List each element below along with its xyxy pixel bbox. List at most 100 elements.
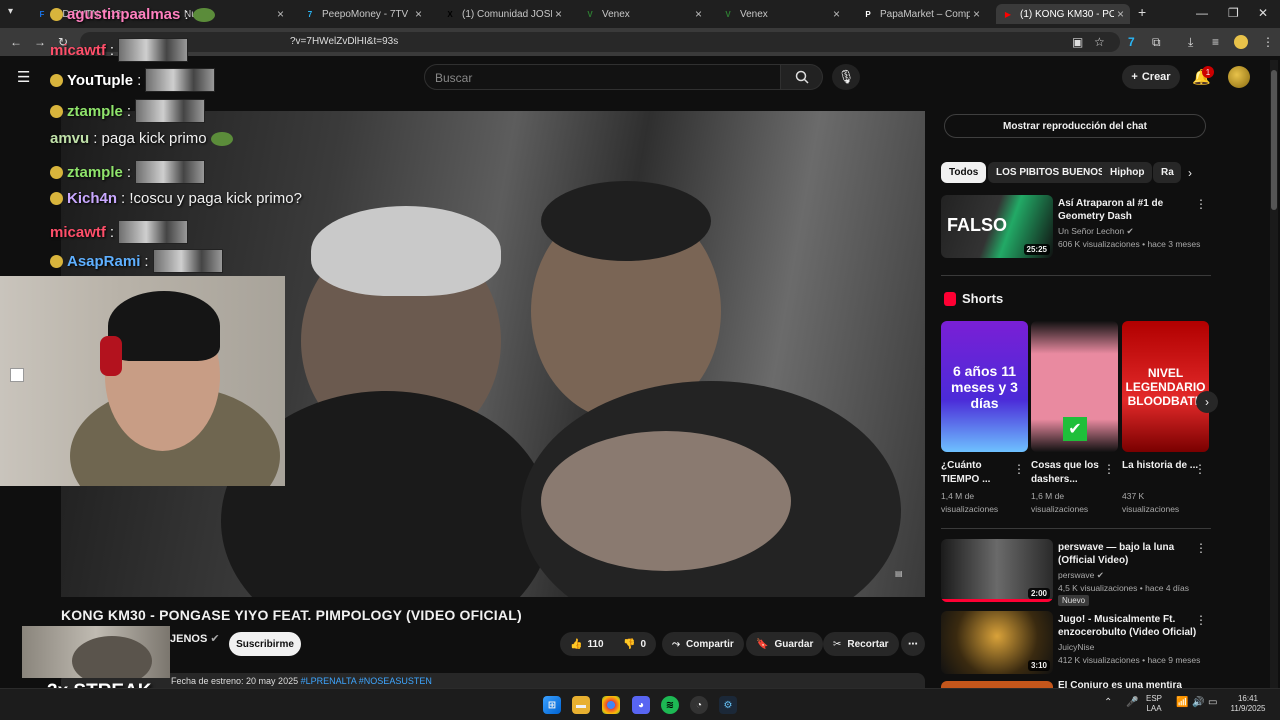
dislike-button[interactable]: 👎 0 [623, 639, 646, 650]
shorts-next-icon[interactable]: › [1196, 391, 1218, 413]
minimize-icon[interactable]: — [1196, 6, 1208, 20]
chrome-icon[interactable] [602, 696, 620, 714]
browser-tab[interactable]: 7 PeepoMoney - 7TV × [298, 4, 428, 24]
short-title[interactable]: Cosas que los dashers... [1031, 459, 1111, 487]
tab-close-icon[interactable]: × [973, 7, 980, 21]
forward-icon[interactable]: → [34, 35, 46, 49]
create-button[interactable]: + Crear [1122, 65, 1180, 89]
short-menu-icon[interactable]: ⋮ [1103, 462, 1115, 476]
tab-close-icon[interactable]: × [415, 7, 422, 21]
page-scrollbar-thumb[interactable] [1271, 70, 1277, 210]
filter-chip[interactable]: Ra [1153, 162, 1181, 183]
profile-avatar[interactable] [1234, 35, 1248, 49]
chat-text: : [144, 252, 149, 270]
wifi-icon[interactable]: 📶 [1176, 698, 1188, 708]
close-window-icon[interactable]: ✕ [1258, 6, 1268, 20]
related-video[interactable]: 3:10 Jugo! - Musicalmente Ft. enzocerobu… [941, 611, 1211, 675]
search-button[interactable] [781, 64, 823, 90]
video-channel[interactable]: Un Señor Lechon ✔ [1058, 226, 1134, 237]
short-thumbnail[interactable]: ✔ [1031, 321, 1118, 452]
browser-tab[interactable]: X (1) Comunidad JOSEO EX× [438, 4, 568, 24]
video-thumbnail[interactable]: 2:00 [941, 539, 1053, 602]
tab-close-icon[interactable]: × [555, 7, 562, 21]
related-video[interactable]: FALSO 25:25 Así Atraparon al #1 de Geome… [941, 195, 1211, 259]
video-menu-icon[interactable]: ⋮ [1195, 613, 1207, 627]
short-thumbnail[interactable]: 6 años 11 meses y 3 días [941, 321, 1028, 452]
spotify-icon[interactable]: ≋ [661, 696, 679, 714]
short-menu-icon[interactable]: ⋮ [1013, 462, 1025, 476]
video-menu-icon[interactable]: ⋮ [1195, 541, 1207, 555]
save-button[interactable]: 🔖 Guardar [746, 632, 824, 656]
discord-icon[interactable]: ◕ [632, 696, 650, 714]
video-title[interactable]: Jugo! - Musicalmente Ft. enzocerobulto (… [1058, 613, 1198, 639]
short-title[interactable]: ¿Cuánto TIEMPO ... [941, 459, 1021, 487]
voice-search-button[interactable]: 🎙 [832, 64, 860, 90]
volume-icon[interactable]: 🔊 [1192, 698, 1204, 708]
short-title[interactable]: La historia de ... [1122, 459, 1202, 473]
show-chat-replay-button[interactable]: Mostrar reproducción del chat [944, 114, 1206, 138]
filter-chip[interactable]: Todos [941, 162, 987, 183]
tab-search-icon[interactable]: ▾ [8, 6, 13, 17]
maximize-icon[interactable]: ❐ [1228, 6, 1239, 20]
chips-next-icon[interactable]: › [1188, 166, 1192, 180]
filter-chip[interactable]: Hiphop [1102, 162, 1153, 183]
search-input[interactable]: Buscar [424, 64, 781, 90]
short-thumbnail[interactable]: NIVEL LEGENDARIO BLOODBATH [1122, 321, 1209, 452]
browser-tab[interactable]: V Venex × [716, 4, 846, 24]
new-tab-icon[interactable]: + [1138, 4, 1146, 20]
more-actions-button[interactable]: ⋯ [901, 632, 925, 656]
browser-menu-icon[interactable]: ⋮ [1262, 35, 1274, 49]
file-explorer-icon[interactable]: ▬ [572, 696, 590, 714]
hamburger-menu-icon[interactable]: ☰ [17, 68, 30, 86]
video-thumbnail[interactable] [941, 681, 1053, 688]
share-button[interactable]: ⤳ Compartir [662, 632, 744, 656]
windows-start-icon[interactable]: ⊞ [543, 696, 561, 714]
steam-icon[interactable]: ⚙ [719, 696, 737, 714]
7tv-extension-icon[interactable]: 7 [1128, 35, 1135, 49]
extensions-icon[interactable]: ⧉ [1152, 35, 1161, 50]
tab-close-icon[interactable]: × [833, 7, 840, 21]
reading-list-icon[interactable]: ≡ [1212, 35, 1219, 49]
description-box[interactable]: Fecha de estreno: 20 may 2025 #LPRENALTA… [61, 673, 925, 689]
tab-close-icon[interactable]: × [277, 7, 284, 21]
browser-tab[interactable]: P PapaMarket – Compra y v× [856, 4, 986, 24]
language-indicator[interactable]: ESP LAA [1146, 694, 1162, 714]
video-thumbnail[interactable]: FALSO 25:25 [941, 195, 1053, 258]
search-icon [795, 70, 809, 84]
chat-message: ztample: [50, 160, 206, 184]
tray-mic-icon[interactable]: 🎤 [1126, 698, 1138, 708]
video-title[interactable]: El Conjuro es una mentira [1058, 681, 1198, 688]
browser-tab[interactable]: V Venex × [578, 4, 708, 24]
channel-name[interactable]: JENOS ✔ [170, 632, 220, 645]
video-watermark-icon: ▤ [895, 569, 903, 578]
filter-chip[interactable]: LOS PIBITOS BUENOS [988, 162, 1113, 183]
subscribe-button[interactable]: Suscribirme [229, 632, 301, 656]
description-tags[interactable]: #LPRENALTA #NOSEASUSTEN [301, 676, 432, 686]
tab-favicon-icon: 7 [307, 9, 313, 19]
video-thumbnail[interactable]: 3:10 [941, 611, 1053, 674]
address-bar[interactable]: ?v=7HWelZvDlHI&t=93s [80, 32, 1120, 52]
tab-close-icon[interactable]: × [695, 7, 702, 21]
video-channel[interactable]: perswave ✔ [1058, 570, 1104, 581]
video-channel[interactable]: JuicyNise [1058, 642, 1094, 652]
short-menu-icon[interactable]: ⋮ [1194, 462, 1206, 476]
download-icon[interactable]: ⤓ [1188, 35, 1193, 50]
description-meta: Fecha de estreno: 20 may 2025 [171, 676, 299, 686]
video-title[interactable]: Así Atraparon al #1 de Geometry Dash [1058, 197, 1198, 223]
browser-tab[interactable]: ▶ (1) KONG KM30 - PO × [996, 4, 1130, 24]
app-icon[interactable]: ◔ [690, 696, 708, 714]
tray-chevron-icon[interactable]: ⌃ [1104, 698, 1112, 708]
chat-badge-icon [50, 192, 63, 205]
tab-close-icon[interactable]: × [1117, 7, 1124, 21]
back-icon[interactable]: ← [10, 35, 22, 49]
battery-icon[interactable]: ▭ [1208, 698, 1217, 708]
like-button[interactable]: 👍 110 [570, 639, 604, 650]
bookmark-star-icon[interactable]: ☆ [1094, 35, 1105, 49]
clock[interactable]: 16:41 11/9/2025 [1226, 694, 1270, 714]
user-avatar[interactable] [1228, 66, 1250, 88]
clip-button[interactable]: ✂ Recortar [823, 632, 899, 656]
video-title[interactable]: perswave — bajo la luna (Official Video) [1058, 541, 1198, 567]
cast-icon[interactable]: ▣ [1072, 35, 1083, 49]
related-video[interactable]: 2:00 perswave — bajo la luna (Official V… [941, 539, 1211, 606]
video-menu-icon[interactable]: ⋮ [1195, 197, 1207, 211]
